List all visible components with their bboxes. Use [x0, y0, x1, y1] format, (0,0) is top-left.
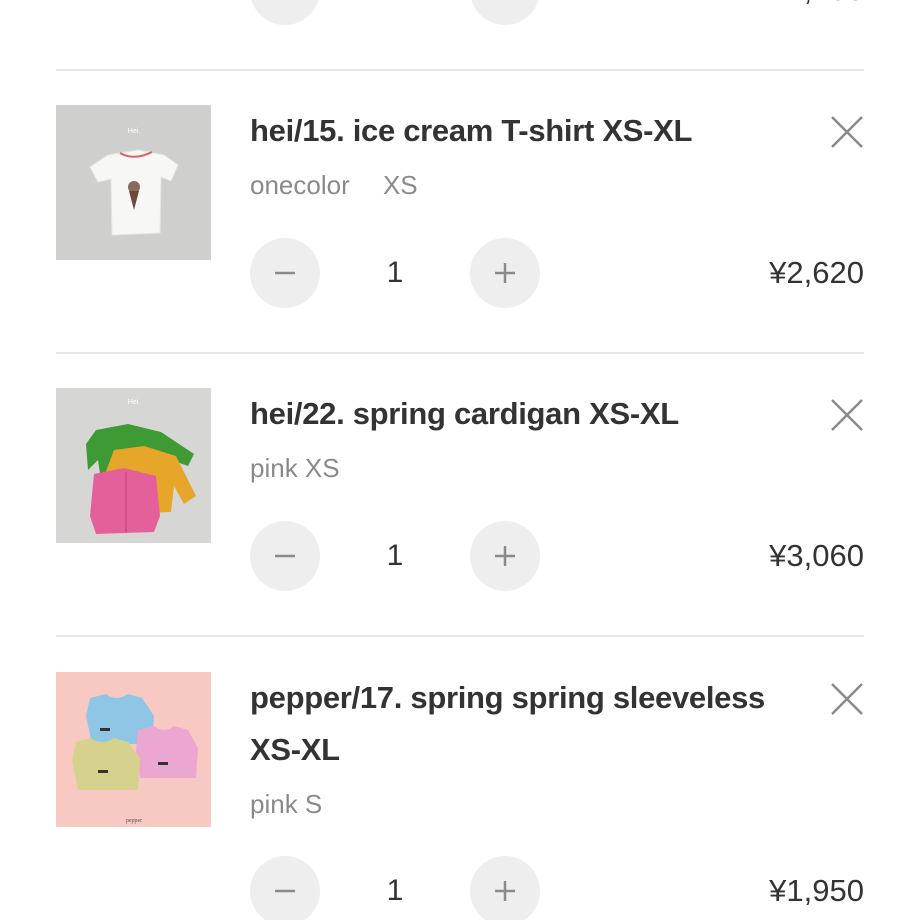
divider	[56, 69, 864, 71]
decrease-quantity-button[interactable]	[250, 0, 320, 25]
minus-icon	[275, 554, 295, 558]
divider	[56, 352, 864, 354]
svg-text:pepper: pepper	[126, 818, 142, 824]
cart-item: pepper pepper/17. spring spring sleevele…	[0, 672, 920, 920]
decrease-quantity-button[interactable]	[250, 856, 320, 920]
quantity-value: 1	[386, 874, 404, 907]
svg-text:Hei.: Hei.	[128, 128, 141, 135]
quantity-value: 1	[386, 256, 404, 289]
divider	[56, 635, 864, 637]
item-price: ¥3,060	[769, 538, 864, 573]
quantity-value: 1	[386, 539, 404, 572]
minus-icon	[275, 271, 295, 275]
close-icon	[831, 683, 863, 715]
product-thumbnail[interactable]: pepper	[56, 672, 211, 827]
decrease-quantity-button[interactable]	[250, 521, 320, 591]
svg-text:Hei.: Hei.	[128, 399, 141, 406]
item-price: ¥2,730	[769, 0, 864, 25]
product-variant: pink S	[250, 789, 323, 819]
close-icon	[831, 116, 863, 148]
close-icon	[831, 399, 863, 431]
plus-icon	[495, 881, 515, 901]
cart-item: Hei. hei/22. spring cardigan XS-XL pink …	[0, 388, 920, 671]
decrease-quantity-button[interactable]	[250, 238, 320, 308]
plus-icon	[495, 263, 515, 283]
remove-item-button[interactable]	[828, 680, 866, 718]
item-price: ¥1,950	[769, 873, 864, 908]
product-variant: pink XS	[250, 453, 340, 483]
plus-icon	[493, 0, 517, 2]
minus-icon	[273, 0, 297, 2]
product-title[interactable]: pepper/17. spring spring sleeveless XS-X…	[250, 672, 780, 776]
increase-quantity-button[interactable]	[470, 856, 540, 920]
increase-quantity-button[interactable]	[470, 238, 540, 308]
item-price: ¥2,620	[769, 255, 864, 290]
product-thumbnail[interactable]: Hei.	[56, 388, 211, 543]
remove-item-button[interactable]	[828, 113, 866, 151]
product-variant: onecolor XS	[250, 170, 418, 200]
product-title[interactable]: hei/15. ice cream T-shirt XS-XL	[250, 105, 790, 157]
plus-icon	[495, 546, 515, 566]
cart-item: Hei. hei/15. ice cream T-shirt XS-XL one…	[0, 105, 920, 388]
increase-quantity-button[interactable]	[470, 0, 540, 25]
remove-item-button[interactable]	[828, 396, 866, 434]
minus-icon	[275, 889, 295, 893]
cart-page: ¥2,730 Hei. hei/15. ice cream T-shirt XS…	[0, 0, 920, 920]
product-title[interactable]: hei/22. spring cardigan XS-XL	[250, 388, 790, 440]
increase-quantity-button[interactable]	[470, 521, 540, 591]
product-thumbnail[interactable]: Hei.	[56, 105, 211, 260]
